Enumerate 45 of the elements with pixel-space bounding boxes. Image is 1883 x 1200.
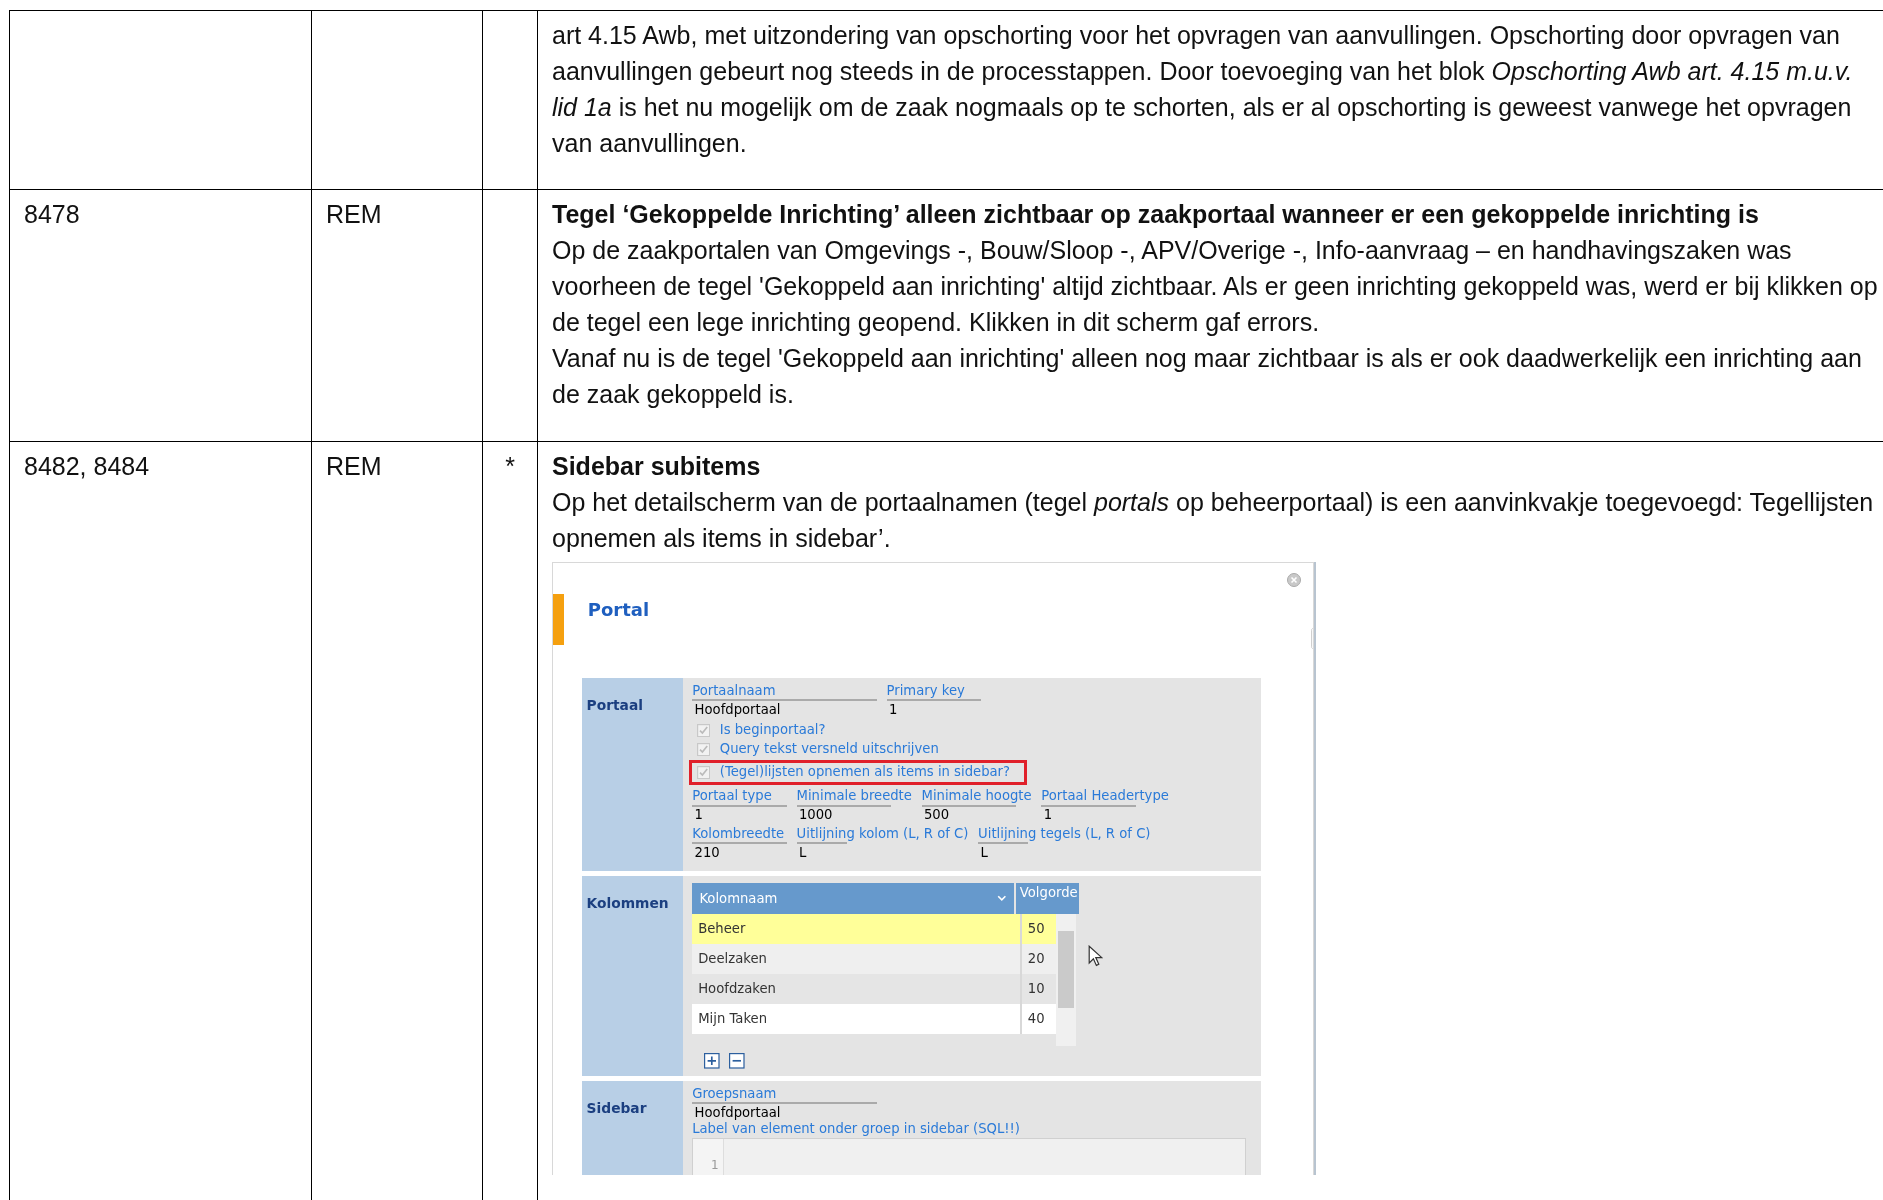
field-label: Minimale hoogte [921, 787, 1032, 805]
table-row[interactable]: Deelzaken 20 [692, 944, 1056, 975]
chevron-down-icon [997, 894, 1007, 903]
table-row[interactable]: Beheer 50 [692, 914, 1056, 945]
checkbox-label: (Tegel)lijsten opnemen als items in sidebar? [719, 763, 1011, 781]
close-icon [1287, 573, 1301, 587]
description-text: Op de zaakportalen van Omgevings -, Bouw/Sloop -, APV/Overige -, Info-aanvraag – en handhavingszaken was voorheen de tegel 'Gekoppeld aan inrichting' altijd zichtbaar. Als er geen inrichting gekoppeld was, werd er bij klikken op de tegel een lege inrichting geopend. Klikken in dit scherm gaf errors. [552, 235, 1879, 338]
text-field[interactable]: Hoofdportaal [692, 1102, 877, 1122]
line-number: 1 [710, 1156, 719, 1174]
table-cell: 8478 [24, 200, 80, 228]
item-title: Tegel ‘Gekoppelde Inrichting’ alleen zichtbaar op zaakportaal wanneer er een gekoppelde inrichting is [552, 199, 1760, 230]
table-cell: 8482, 8484 [24, 452, 150, 480]
item-title: Sidebar subitems [552, 451, 762, 482]
field-label: Portaal type [692, 787, 772, 805]
field-label: Groepsnaam [692, 1085, 777, 1103]
description-text: Vanaf nu is de tegel 'Gekoppeld aan inrichting' alleen nog maar zichtbaar is als er ook daadwerkelijk een inrichting aan de zaak gekoppeld is. [552, 343, 1863, 410]
field-label: Portaalnaam [692, 682, 776, 700]
field-label: Kolombreedte [692, 825, 785, 843]
table-cell: REM [326, 200, 382, 228]
section-label: Kolommen [586, 894, 669, 911]
plus-icon[interactable] [704, 1053, 720, 1069]
text-field[interactable]: Hoofdportaal [692, 699, 877, 719]
field-label: Label van element onder groep in sidebar (SQL!!) [692, 1121, 1020, 1138]
checkbox-label: Is beginportaal? [719, 721, 826, 739]
checkbox[interactable] [697, 742, 711, 756]
dialog-title: Portal [587, 598, 650, 623]
checkbox[interactable] [697, 765, 711, 779]
checkbox[interactable] [697, 723, 711, 737]
field-label: Uitlijning kolom (L, R of C) [796, 825, 969, 843]
table-cell: REM [326, 452, 382, 480]
accent-bar [553, 594, 564, 645]
minus-icon[interactable] [729, 1053, 745, 1069]
checkbox-label: Query tekst versneld uitschrijven [719, 740, 939, 758]
field-label: Portaal Headertype [1041, 787, 1169, 805]
table-row[interactable]: Mijn Taken 40 [692, 1004, 1056, 1035]
field-label: Uitlijning tegels (L, R of C) [978, 825, 1151, 843]
field-label: Primary key [886, 682, 965, 700]
field-label: Minimale breedte [796, 787, 912, 805]
description-text: art 4.15 Awb, met uitzondering van opschorting voor het opvragen van aanvullingen. Opschorting door opvragen van aanvullingen gebeurt nog steeds in de processtappen. Door toevoeging van het blok Opschorting Awb art. 4.15 m.u.v. lid 1a is het nu mogelijk om de zaak nogmaals op te schorten, als er al opschorting is geweest vanwege het opvragen van aanvullingen. [552, 20, 1854, 159]
section-label: Portaal [586, 696, 643, 713]
cursor-icon [1088, 945, 1103, 967]
scrollbar[interactable] [1055, 914, 1077, 1047]
section-label: Sidebar [586, 1099, 647, 1116]
description-text: Op het detailscherm van de portaalnamen (tegel portals op beheerportaal) is een aanvinkvakje toegevoegd: Tegellijsten opnemen als items in sidebar’. [552, 487, 1875, 554]
table-cell: * [505, 452, 515, 480]
